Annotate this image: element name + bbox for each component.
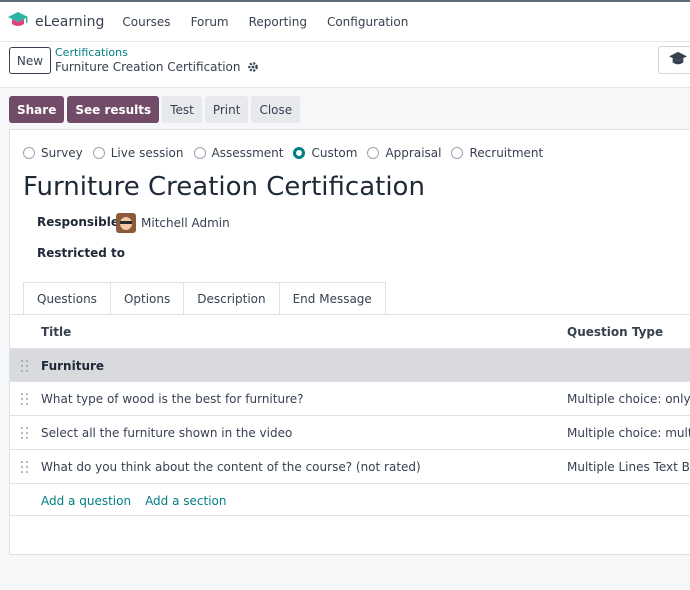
table-bottom-divider	[10, 515, 690, 516]
column-header-title[interactable]: Title	[41, 325, 71, 339]
responsible-field[interactable]: Mitchell Admin	[116, 213, 230, 233]
question-type: Multiple Lines Text Box	[567, 460, 690, 474]
tab-divider	[10, 314, 690, 315]
survey-title-input[interactable]: Furniture Creation Certification	[23, 172, 425, 202]
radio-survey[interactable]: Survey	[23, 146, 83, 160]
graduation-cap-icon	[8, 11, 28, 32]
add-section-link[interactable]: Add a section	[145, 494, 226, 508]
tab-options[interactable]: Options	[109, 282, 185, 314]
radio-label: Appraisal	[385, 146, 442, 160]
see-results-button[interactable]: See results	[67, 96, 160, 123]
radio-circle-icon	[23, 147, 35, 159]
app-brand[interactable]: eLearning	[8, 11, 122, 32]
share-button[interactable]: Share	[9, 96, 65, 123]
new-button[interactable]: New	[9, 47, 51, 74]
record-name: Furniture Creation Certification	[55, 60, 241, 74]
radio-label: Assessment	[211, 146, 284, 160]
add-links: Add a question Add a section	[41, 494, 227, 508]
test-button[interactable]: Test	[162, 96, 202, 123]
menu-configuration[interactable]: Configuration	[327, 15, 408, 29]
gear-icon[interactable]	[247, 61, 259, 73]
top-navbar: eLearning Courses Forum Reporting Config…	[0, 0, 690, 42]
drag-handle-icon[interactable]	[21, 427, 29, 439]
menu-reporting[interactable]: Reporting	[249, 15, 307, 29]
table-row[interactable]: What do you think about the content of t…	[10, 450, 690, 484]
radio-custom[interactable]: Custom	[293, 146, 357, 160]
radio-circle-icon	[92, 147, 105, 159]
radio-checked-icon	[293, 147, 306, 159]
menu-forum[interactable]: Forum	[191, 15, 229, 29]
question-title: What do you think about the content of t…	[41, 460, 421, 474]
menu-courses[interactable]: Courses	[122, 15, 170, 29]
elearning-app-button[interactable]	[658, 46, 690, 74]
responsible-label: Responsible	[37, 215, 119, 229]
avatar	[116, 213, 136, 233]
section-title: Furniture	[41, 359, 105, 373]
drag-handle-icon[interactable]	[21, 393, 29, 405]
radio-circle-icon	[451, 147, 464, 159]
table-row-section[interactable]: Furniture	[10, 348, 690, 382]
control-panel: New Certifications Furniture Creation Ce…	[0, 42, 690, 88]
tab-description[interactable]: Description	[183, 282, 280, 314]
radio-appraisal[interactable]: Appraisal	[367, 146, 441, 160]
question-type: Multiple choice: only on	[567, 392, 690, 406]
breadcrumb-current: Furniture Creation Certification	[55, 60, 259, 74]
radio-assessment[interactable]: Assessment	[193, 146, 284, 160]
responsible-value: Mitchell Admin	[141, 216, 230, 230]
restricted-to-label: Restricted to	[37, 246, 126, 260]
form-sheet: Survey Live session Assessment Custom Ap…	[9, 129, 690, 555]
tab-questions[interactable]: Questions	[23, 282, 111, 314]
question-title: What type of wood is the best for furnit…	[41, 392, 304, 406]
radio-label: Custom	[311, 146, 358, 160]
question-title: Select all the furniture shown in the vi…	[41, 426, 293, 440]
question-type: Multiple choice: multiple	[567, 426, 690, 440]
survey-type-radio-group: Survey Live session Assessment Custom Ap…	[23, 146, 553, 160]
header-actions: Share See results Test Print Close	[9, 96, 301, 123]
radio-circle-icon	[367, 147, 380, 159]
drag-handle-icon[interactable]	[21, 360, 29, 372]
table-row[interactable]: What type of wood is the best for furnit…	[10, 382, 690, 416]
tab-end-message[interactable]: End Message	[278, 282, 386, 314]
notebook-tabs: Questions Options Description End Messag…	[23, 282, 386, 314]
radio-label: Recruitment	[469, 146, 544, 160]
table-row[interactable]: Select all the furniture shown in the vi…	[10, 416, 690, 450]
drag-handle-icon[interactable]	[21, 461, 29, 473]
radio-circle-icon	[193, 147, 206, 159]
column-header-question-type[interactable]: Question Type	[567, 325, 663, 339]
close-button[interactable]: Close	[251, 96, 301, 123]
app-name: eLearning	[35, 13, 105, 30]
radio-label: Live session	[110, 146, 184, 160]
graduation-cap-icon	[668, 51, 688, 70]
radio-label: Survey	[41, 146, 83, 160]
radio-live-session[interactable]: Live session	[92, 146, 184, 160]
add-question-link[interactable]: Add a question	[41, 494, 131, 508]
print-button[interactable]: Print	[204, 96, 249, 123]
breadcrumb-certifications[interactable]: Certifications	[55, 46, 128, 59]
radio-recruitment[interactable]: Recruitment	[451, 146, 543, 160]
